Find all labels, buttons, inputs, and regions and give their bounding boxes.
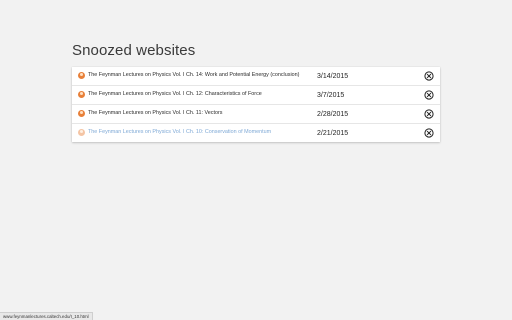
snoozed-site-title[interactable]: The Feynman Lectures on Physics Vol. I C… xyxy=(88,71,299,79)
snooze-date: 3/14/2015 xyxy=(317,73,349,80)
feynman-favicon-icon xyxy=(78,91,85,98)
snoozed-row[interactable]: The Feynman Lectures on Physics Vol. I C… xyxy=(72,124,440,142)
snoozed-row[interactable]: The Feynman Lectures on Physics Vol. I C… xyxy=(72,105,440,124)
snoozed-site-title[interactable]: The Feynman Lectures on Physics Vol. I C… xyxy=(88,90,262,98)
feynman-favicon-icon xyxy=(78,129,85,136)
feynman-favicon-icon xyxy=(78,110,85,117)
close-circle-icon[interactable] xyxy=(424,90,434,100)
snoozed-list: The Feynman Lectures on Physics Vol. I C… xyxy=(72,67,440,142)
snooze-date: 2/28/2015 xyxy=(317,111,349,118)
snoozed-websites-page: Snoozed websites The Feynman Lectures on… xyxy=(0,0,512,320)
close-circle-icon[interactable] xyxy=(424,71,434,81)
snoozed-site-title[interactable]: The Feynman Lectures on Physics Vol. I C… xyxy=(88,109,222,117)
status-bar-url: www.feynmanlectures.caltech.edu/I_10.htm… xyxy=(0,312,93,320)
close-circle-icon[interactable] xyxy=(424,109,434,119)
snoozed-row[interactable]: The Feynman Lectures on Physics Vol. I C… xyxy=(72,86,440,105)
snooze-date: 3/7/2015 xyxy=(317,92,345,99)
snooze-date: 2/21/2015 xyxy=(317,130,349,137)
feynman-favicon-icon xyxy=(78,72,85,79)
page-title: Snoozed websites xyxy=(72,42,196,59)
close-circle-icon[interactable] xyxy=(424,128,434,138)
snoozed-site-title[interactable]: The Feynman Lectures on Physics Vol. I C… xyxy=(88,128,271,136)
snoozed-row[interactable]: The Feynman Lectures on Physics Vol. I C… xyxy=(72,67,440,86)
